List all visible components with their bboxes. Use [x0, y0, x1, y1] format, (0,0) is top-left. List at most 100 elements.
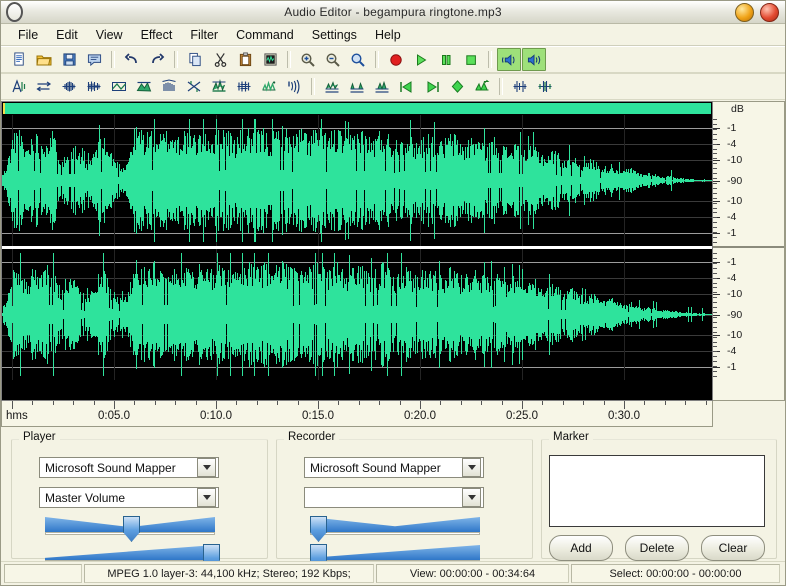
db-scale-divider — [713, 246, 784, 248]
flanger-icon[interactable] — [257, 75, 281, 98]
db-tick-minor — [713, 297, 717, 299]
chevron-down-icon[interactable] — [197, 458, 216, 477]
trim-icon[interactable] — [320, 75, 344, 98]
zoom-in-icon[interactable] — [296, 48, 320, 71]
status-format: MPEG 1.0 layer-3: 44,100 kHz; Stereo; 19… — [84, 564, 374, 583]
ruler-tick — [318, 401, 319, 409]
chevron-down-icon[interactable] — [197, 488, 216, 507]
waveform-gridline — [2, 128, 712, 129]
status-bar: MPEG 1.0 layer-3: 44,100 kHz; Stereo; 19… — [1, 561, 785, 585]
oval-ring-icon[interactable] — [1, 2, 27, 22]
insert-icon[interactable] — [370, 75, 394, 98]
crossfade-icon[interactable] — [470, 75, 494, 98]
ruler-label: 0:15.0 — [302, 410, 334, 422]
ruler-tick — [502, 401, 503, 405]
cut-icon[interactable] — [208, 48, 232, 71]
overview-strip[interactable] — [3, 103, 711, 114]
ruler-tick — [440, 401, 441, 405]
waveform-canvas[interactable] — [1, 101, 713, 401]
menu-file[interactable]: File — [9, 26, 47, 44]
db-tick-minor — [713, 227, 717, 229]
play-icon[interactable] — [409, 48, 433, 71]
ruler-tick — [277, 401, 278, 405]
time-ruler[interactable]: hms 0:05.0 0:10.0 0:15.0 0:20.0 0:25.0 0:30.0 — [1, 401, 713, 427]
effects-toolbar — [1, 73, 785, 100]
recorder-balance-slider[interactable] — [310, 515, 480, 542]
menu-command[interactable]: Command — [227, 26, 303, 44]
save-icon[interactable] — [57, 48, 81, 71]
marker-delete-button[interactable]: Delete — [625, 535, 689, 561]
split-icon[interactable] — [508, 75, 532, 98]
stop-icon[interactable] — [459, 48, 483, 71]
invert-icon[interactable] — [182, 75, 206, 98]
balance-thumb[interactable] — [123, 516, 140, 542]
menu-effect[interactable]: Effect — [132, 26, 182, 44]
recorder-device-combo[interactable]: Microsoft Sound Mapper — [304, 457, 484, 478]
ruler-tick — [257, 401, 258, 405]
play-right-channel-icon[interactable] — [522, 48, 546, 71]
marker-icon[interactable] — [445, 75, 469, 98]
ruler-tick — [338, 401, 339, 405]
player-device-combo[interactable]: Microsoft Sound Mapper — [39, 457, 219, 478]
menu-view[interactable]: View — [87, 26, 132, 44]
echo-icon[interactable] — [282, 75, 306, 98]
record-icon[interactable] — [384, 48, 408, 71]
marker-add-button[interactable]: Add — [549, 535, 613, 561]
db-tick-minor — [713, 232, 717, 234]
db-tick-minor — [713, 292, 717, 294]
ruler-tick — [134, 401, 135, 405]
file-info-icon[interactable] — [82, 48, 106, 71]
player-balance-slider[interactable] — [45, 515, 215, 542]
pause-icon[interactable] — [434, 48, 458, 71]
marker-list[interactable] — [549, 455, 765, 527]
chorus-icon[interactable] — [232, 75, 256, 98]
player-mixer-combo[interactable]: Master Volume — [39, 487, 219, 508]
close-button[interactable] — [760, 3, 779, 22]
open-folder-icon[interactable] — [32, 48, 56, 71]
silence-icon[interactable] — [345, 75, 369, 98]
new-file-icon[interactable] — [7, 48, 31, 71]
fade-icon[interactable] — [57, 75, 81, 98]
amplify-icon[interactable] — [7, 75, 31, 98]
db-tick-minor — [713, 366, 717, 368]
redo-icon[interactable] — [145, 48, 169, 71]
db-tick-minor — [713, 138, 717, 140]
play-backward-icon[interactable] — [395, 75, 419, 98]
menu-edit[interactable]: Edit — [47, 26, 87, 44]
envelope-icon[interactable] — [107, 75, 131, 98]
paste-special-icon[interactable] — [258, 48, 282, 71]
reverb-icon[interactable] — [207, 75, 231, 98]
normalize-icon[interactable] — [32, 75, 56, 98]
zoom-selection-icon[interactable] — [346, 48, 370, 71]
ruler-tick — [53, 401, 54, 405]
paste-icon[interactable] — [233, 48, 257, 71]
recorder-mixer-combo[interactable] — [304, 487, 484, 508]
chevron-down-icon[interactable] — [462, 458, 481, 477]
waveform-channel-left[interactable] — [2, 115, 712, 246]
rec-balance-thumb[interactable] — [310, 516, 327, 542]
equalizer-icon[interactable] — [82, 75, 106, 98]
menu-settings[interactable]: Settings — [303, 26, 366, 44]
noise-reduction-icon[interactable] — [132, 75, 156, 98]
minimize-button[interactable] — [735, 3, 754, 22]
ruler-tick — [624, 401, 625, 409]
zoom-out-icon[interactable] — [321, 48, 345, 71]
play-forward-icon[interactable] — [420, 75, 444, 98]
compressor-icon[interactable] — [157, 75, 181, 98]
playhead-cursor — [3, 103, 5, 114]
db-tick-minor — [713, 331, 717, 333]
ruler-tick — [481, 401, 482, 405]
play-left-channel-icon[interactable] — [497, 48, 521, 71]
menu-filter[interactable]: Filter — [181, 26, 227, 44]
marker-clear-button[interactable]: Clear — [701, 535, 765, 561]
copy-icon[interactable] — [183, 48, 207, 71]
undo-icon[interactable] — [120, 48, 144, 71]
join-icon[interactable] — [533, 75, 557, 98]
ruler-tick — [420, 401, 421, 409]
waveform-channel-right[interactable] — [2, 249, 712, 380]
menu-help[interactable]: Help — [366, 26, 410, 44]
ruler-tick — [685, 401, 686, 405]
db-tick-minor — [713, 168, 717, 170]
toolbar-separator — [499, 78, 503, 95]
chevron-down-icon[interactable] — [462, 488, 481, 507]
